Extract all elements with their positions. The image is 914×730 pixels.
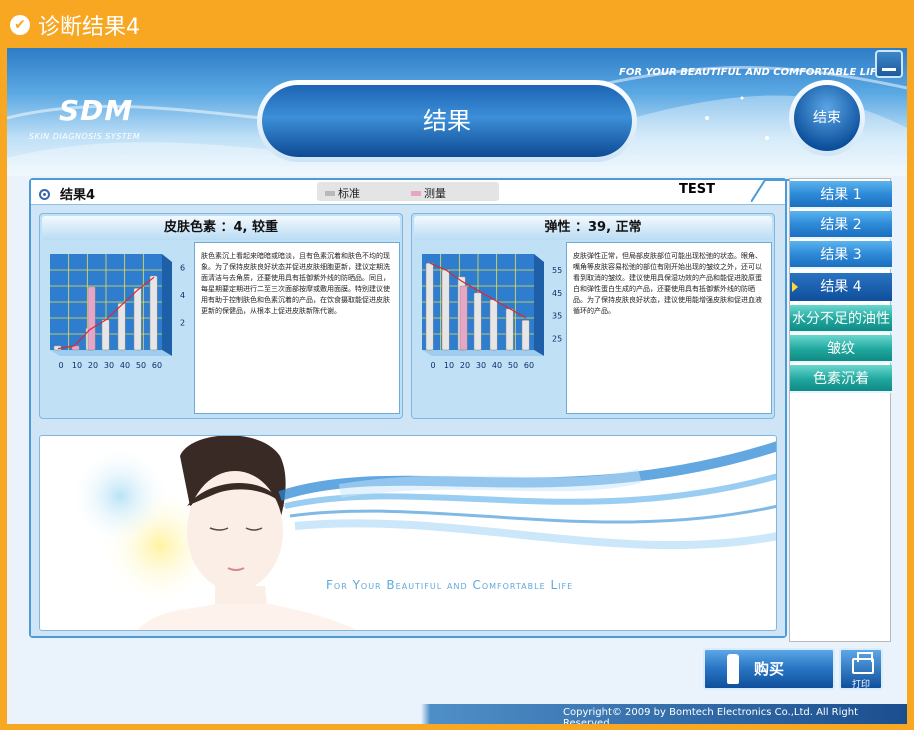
result-label: 结果4	[39, 184, 95, 203]
chart-x-tick-label: 60	[152, 361, 162, 370]
chart-x-tick-label: 50	[136, 361, 146, 370]
elasticity-chart: 0 10 20 30 40 50 60 55 45 35 25	[422, 254, 562, 370]
elasticity-card-title: 弹性 ：39, 正常	[414, 216, 772, 240]
chart-side-wall	[534, 254, 544, 356]
check-circle-icon: ✔	[10, 15, 30, 35]
chart-bar-measured	[87, 286, 96, 351]
sidebar-item-result-1[interactable]: 结果 1	[790, 181, 892, 209]
page-title-pill: 结果	[257, 80, 637, 162]
sidebar-item-result-3[interactable]: 结果 3	[790, 241, 892, 269]
model-photo: For Your Beautiful and Comfortable Life	[39, 435, 777, 631]
chart-x-tick-label: 30	[476, 361, 486, 370]
chart-y-tick-label: 35	[552, 312, 562, 321]
test-name: TEST	[679, 182, 715, 197]
footer-bar: Copyright© 2009 by Bomtech Electronics C…	[7, 704, 907, 724]
header-banner: SDM SKIN DIAGNOSIS SYSTEM FOR YOUR BEAUT…	[7, 48, 907, 176]
photo-tagline: For Your Beautiful and Comfortable Life	[326, 578, 574, 592]
print-button[interactable]: 打印	[839, 648, 883, 690]
chart-bar-standard	[441, 269, 450, 351]
sidebar-item-result-2[interactable]: 结果 2	[790, 211, 892, 239]
chart-x-tick-label: 10	[444, 361, 454, 370]
chart-x-tick-label: 20	[460, 361, 470, 370]
end-button[interactable]: 结束	[789, 80, 865, 156]
chart-side-wall	[162, 254, 172, 356]
legend-measured-swatch	[411, 191, 421, 196]
end-button-label: 结束	[794, 85, 860, 151]
printer-icon	[852, 652, 874, 674]
chart-legend: 标准 测量	[317, 182, 499, 201]
chart-bar-standard	[149, 275, 158, 351]
chart-y-tick-label: 4	[180, 291, 185, 300]
pigment-chart: 0 10 20 30 40 50 60 6 4 2	[50, 254, 185, 370]
buy-button-label: 购买	[753, 660, 784, 678]
chart-bar-standard	[489, 299, 498, 351]
sidebar-item-oily-dehydrated[interactable]: 水分不足的油性	[790, 305, 892, 333]
chart-bar-measured	[459, 285, 468, 351]
chart-x-tick-label: 0	[58, 361, 63, 370]
chart-x-tick-label: 30	[104, 361, 114, 370]
sidebar: 结果 1 结果 2 结果 3 结果 4 水分不足的油性 皱纹 色素沉着	[789, 178, 892, 642]
legend-standard: 标准	[325, 185, 360, 201]
minimize-icon	[882, 68, 896, 71]
sidebar-item-wrinkles[interactable]: 皱纹	[790, 335, 892, 363]
elasticity-card: 弹性 ：39, 正常 0 10 20 30 40 50 60 55 45 35 25 皮肤弹性正常，…	[411, 213, 775, 419]
chart-floor	[50, 350, 172, 356]
legend-measured: 测量	[411, 185, 446, 201]
chart-floor	[422, 350, 544, 356]
page-title: 结果	[262, 85, 632, 157]
result-label-text: 结果4	[60, 188, 96, 203]
chart-bar-standard	[521, 320, 530, 351]
chart-bar-standard	[473, 292, 482, 351]
legend-standard-swatch	[325, 191, 335, 196]
chart-bar-standard	[425, 262, 434, 351]
chart-y-tick-label: 2	[180, 319, 185, 328]
header-tagline: FOR YOUR BEAUTIFUL AND COMFORTABLE LIFE	[619, 67, 884, 78]
tab-edge-decoration	[751, 179, 791, 202]
target-icon	[39, 189, 50, 200]
result-panel-toolbar: 结果4 标准 测量 TEST	[31, 179, 791, 204]
sidebar-item-pigmentation[interactable]: 色素沉着	[790, 365, 892, 393]
pigment-description: 肤色素沉上看起来暗暗或暗淡，且有色素沉着和肤色不均的现象。为了保持皮肤良好状态并…	[194, 242, 400, 414]
result-panel-body: 皮肤色素 ：4, 较重 0 10 20 30 40 50 60 6 4 2 肤色素沉上看起来暗暗或…	[31, 204, 785, 636]
bottle-icon	[727, 654, 739, 684]
model-illustration	[70, 436, 776, 630]
window-title: 诊断结果4	[38, 15, 140, 40]
print-button-label: 打印	[851, 680, 870, 690]
selected-arrow-icon	[792, 282, 798, 292]
chart-bar-standard	[117, 303, 126, 351]
elasticity-description: 皮肤弹性正常，但局部皮肤部位可能出现松弛的状态。眼角、嘴角等皮肤容易松弛的部位有…	[566, 242, 772, 414]
chart-x-tick-label: 40	[492, 361, 502, 370]
pigment-card-title: 皮肤色素 ：4, 较重	[42, 216, 400, 240]
chart-y-tick-label: 45	[552, 289, 562, 298]
sdm-logo: SDM	[59, 94, 134, 127]
chart-x-tick-label: 0	[430, 361, 435, 370]
chart-x-tick-label: 40	[120, 361, 130, 370]
chart-x-tick-label: 50	[508, 361, 518, 370]
chart-x-tick-label: 60	[524, 361, 534, 370]
chart-y-tick-label: 25	[552, 335, 562, 344]
buy-button[interactable]: 购买	[703, 648, 835, 690]
minimize-button[interactable]	[875, 50, 903, 78]
app-window: SDM SKIN DIAGNOSIS SYSTEM FOR YOUR BEAUT…	[7, 48, 907, 724]
chart-x-tick-label: 10	[72, 361, 82, 370]
chart-x-tick-label: 20	[88, 361, 98, 370]
sidebar-item-result-4[interactable]: 结果 4	[790, 273, 892, 301]
chart-y-tick-label: 55	[552, 266, 562, 275]
chart-bar-standard	[101, 319, 110, 351]
logo-subtitle: SKIN DIAGNOSIS SYSTEM	[29, 132, 141, 141]
result-panel: 结果4 标准 测量 TEST 皮肤色素 ：4, 较重 0 10 20 30 40 50 60…	[29, 178, 791, 638]
chart-bar-standard	[505, 308, 514, 351]
copyright-text: Copyright© 2009 by Bomtech Electronics C…	[563, 707, 858, 724]
pigment-card: 皮肤色素 ：4, 较重 0 10 20 30 40 50 60 6 4 2 肤色素沉上看起来暗暗或…	[39, 213, 403, 419]
window-titlebar: ✔ 诊断结果4	[0, 0, 914, 48]
chart-bar-standard	[133, 288, 142, 351]
chart-y-tick-label: 6	[180, 264, 185, 273]
